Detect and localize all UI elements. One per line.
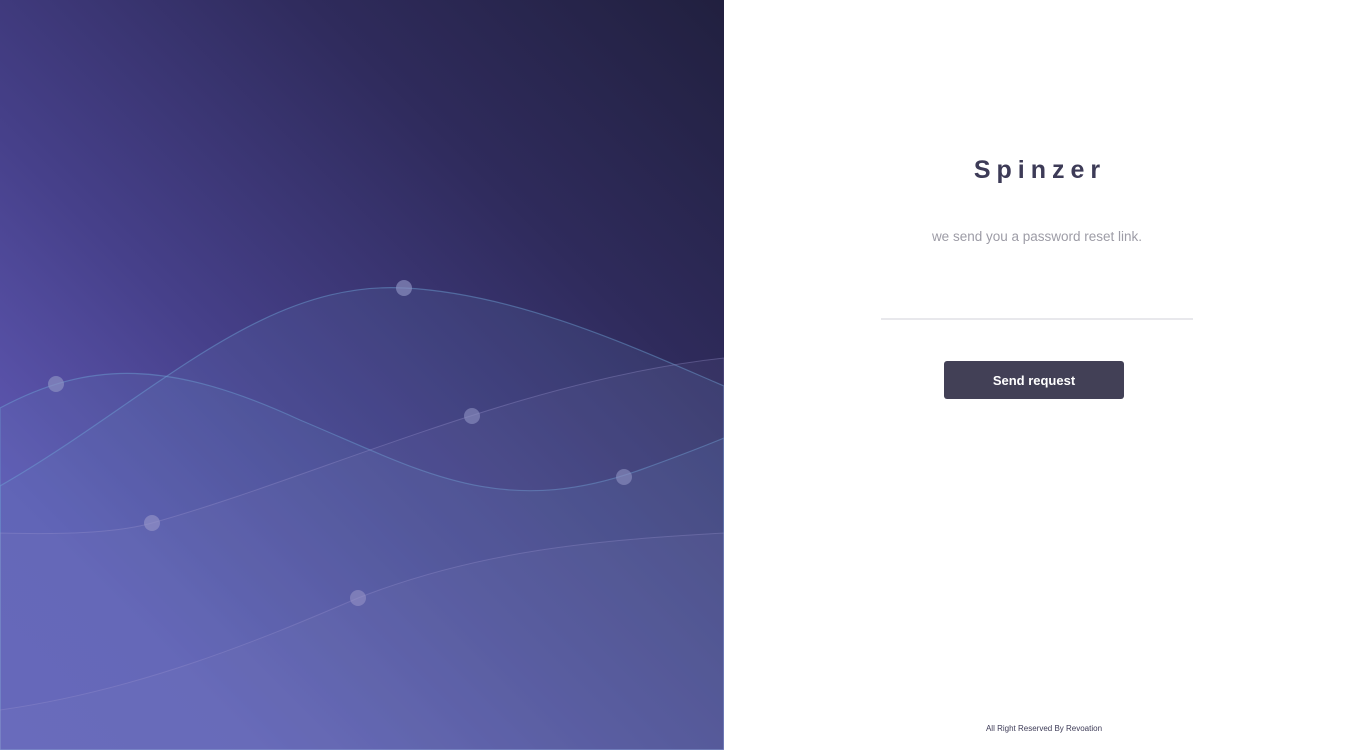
reset-instructions: we send you a password reset link. xyxy=(931,229,1143,244)
footer-copyright: All Right Reserved By Revoation xyxy=(985,724,1103,733)
hero-illustration-panel xyxy=(0,0,724,750)
brand-logo-text: Spinzer xyxy=(973,156,1107,184)
reset-password-panel: Spinzer we send you a password reset lin… xyxy=(724,0,1350,750)
send-request-button[interactable]: Send request xyxy=(944,361,1124,399)
wave-dot xyxy=(144,515,160,531)
page: Spinzer we send you a password reset lin… xyxy=(0,0,1350,750)
wave-dot xyxy=(464,408,480,424)
email-input[interactable] xyxy=(881,288,1193,320)
wave-dot xyxy=(48,376,64,392)
wave-illustration xyxy=(0,280,724,750)
wave-dot xyxy=(396,280,412,296)
wave-dot xyxy=(350,590,366,606)
wave-dot xyxy=(616,469,632,485)
